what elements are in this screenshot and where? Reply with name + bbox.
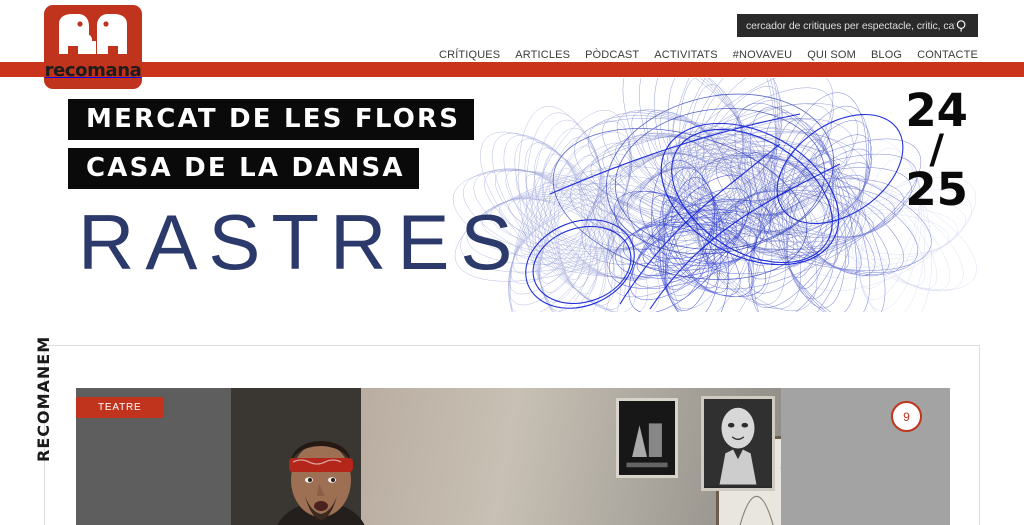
media-band-right (781, 388, 950, 525)
poster-abstract-icon (619, 401, 675, 474)
recommendation-card[interactable]: A D C (44, 345, 980, 525)
banner-title-group: MERCAT DE LES FLORS CASA DE LA DANSA RAS… (68, 99, 523, 281)
nav-item-blog[interactable]: BLOG (871, 49, 902, 61)
search-input[interactable] (746, 19, 955, 32)
banner-venue-line-1: MERCAT DE LES FLORS (68, 99, 475, 140)
nav-item-novaveu[interactable]: #NOVAVEU (733, 49, 792, 61)
search-box[interactable] (737, 14, 978, 37)
banner-venue-line-2: CASA DE LA DANSA (68, 148, 419, 189)
performer-portrait (277, 441, 365, 525)
nav-item-articles[interactable]: ARTICLES (515, 49, 570, 61)
site-logo[interactable]: recomana (44, 5, 142, 89)
nav-item-activitats[interactable]: ACTIVITATS (654, 49, 717, 61)
wall-poster-left (616, 398, 678, 478)
nav-item-contacte[interactable]: CONTACTE (917, 49, 978, 61)
section-side-label: RECOMANEM (34, 335, 53, 462)
search-icon[interactable] (955, 19, 969, 33)
main-navigation: CRÍTIQUES ARTICLES PÒDCAST ACTIVITATS #N… (439, 49, 978, 61)
logo-wordmark: recomana (44, 60, 142, 81)
banner-season: 24 / 25 (905, 88, 968, 212)
promo-banner[interactable]: MERCAT DE LES FLORS CASA DE LA DANSA RAS… (0, 78, 1024, 312)
nav-item-podcast[interactable]: PÒDCAST (585, 49, 639, 61)
rating-badge: 9 (891, 401, 922, 432)
season-year-end: 25 (905, 163, 968, 217)
card-media[interactable]: A D C (76, 388, 950, 525)
face-portrait-icon (704, 399, 772, 487)
site-header: recomana CRÍTIQUES ARTICLES PÒDCAST ACTI… (0, 0, 1024, 89)
nav-item-critiques[interactable]: CRÍTIQUES (439, 49, 500, 61)
nav-item-qui-som[interactable]: QUI SOM (807, 49, 856, 61)
page-root: recomana CRÍTIQUES ARTICLES PÒDCAST ACTI… (0, 0, 1024, 525)
wall-poster-face (701, 396, 775, 491)
category-badge[interactable]: TEATRE (76, 397, 164, 418)
banner-show-title: RASTRES (78, 198, 524, 286)
header-red-bar (0, 62, 1024, 77)
two-faces-icon (59, 14, 127, 54)
